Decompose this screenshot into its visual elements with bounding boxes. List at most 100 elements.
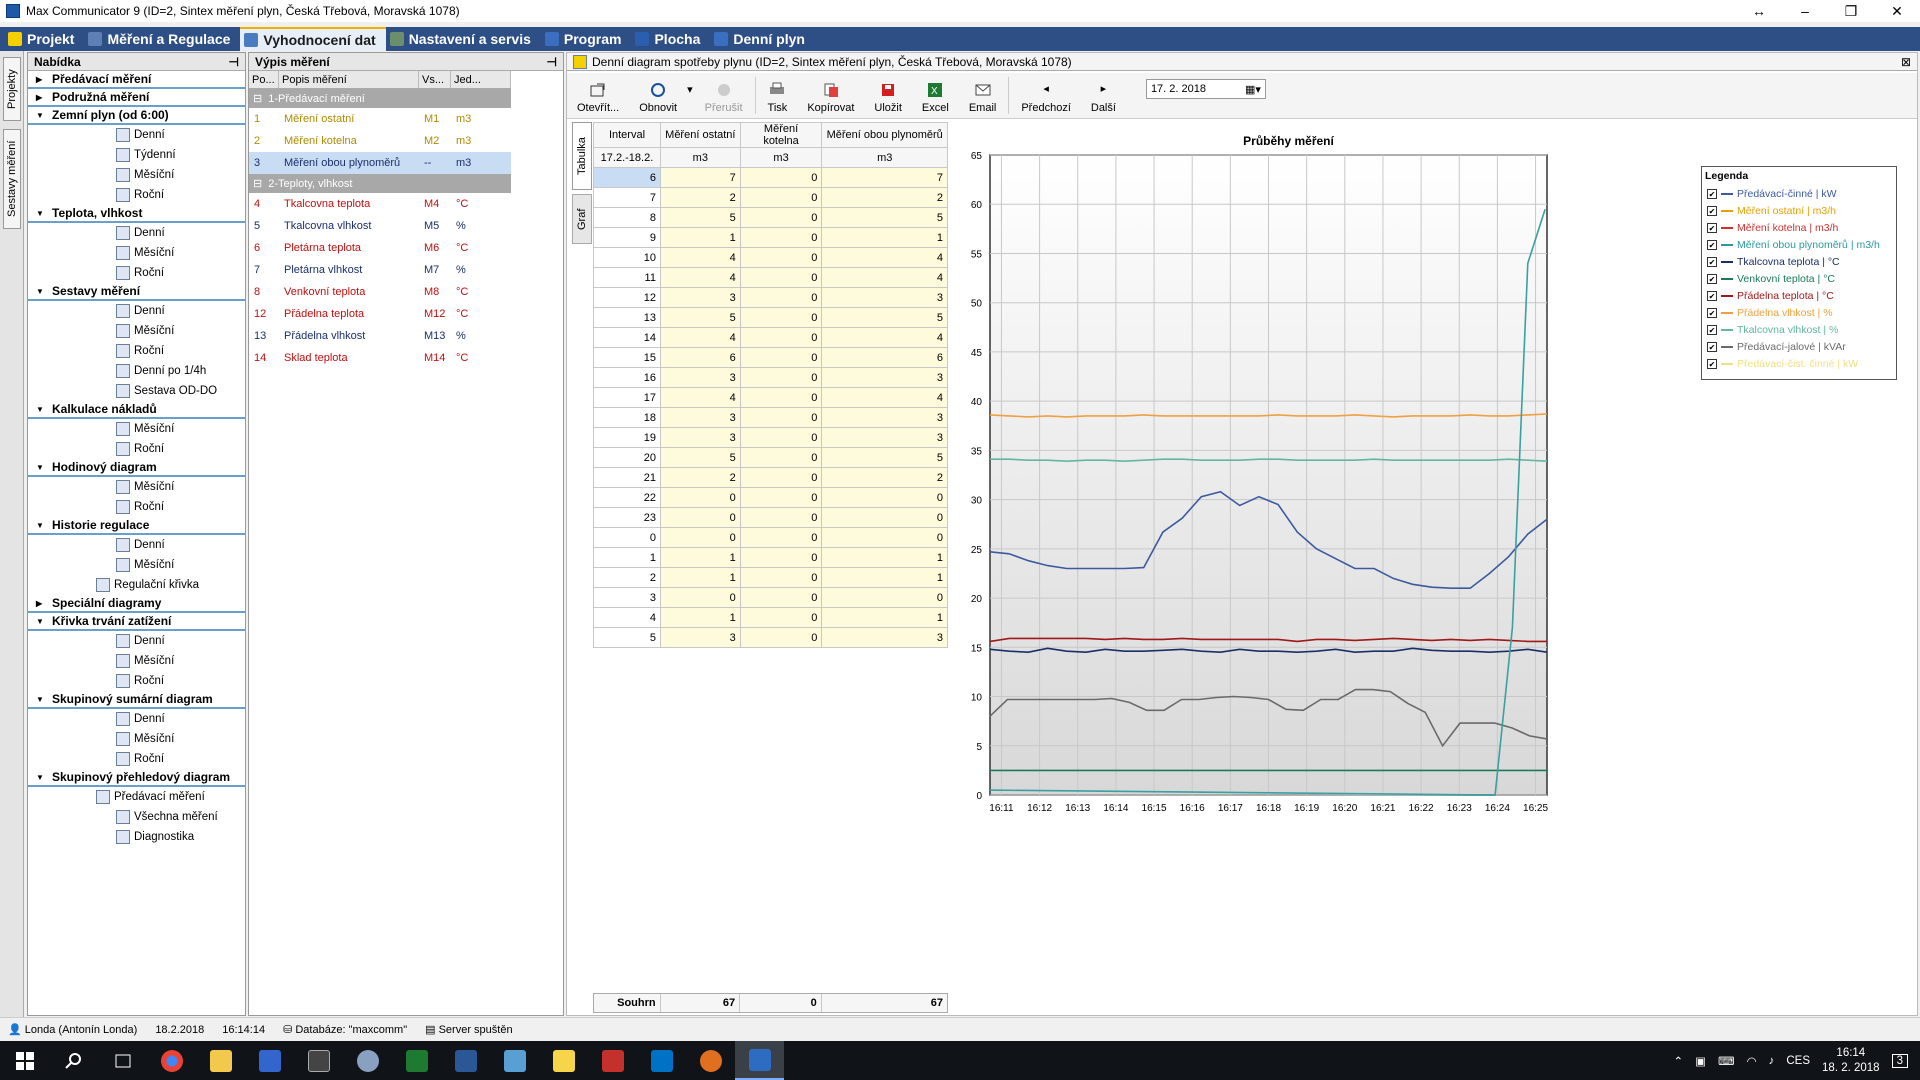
tree-group[interactable]: ▼ Hodinový diagram bbox=[28, 459, 245, 477]
minimize-button[interactable]: – bbox=[1782, 3, 1828, 19]
email-button[interactable]: Email bbox=[959, 73, 1007, 118]
measurement-group[interactable]: ⊟ 2-Teploty, vlhkost bbox=[249, 174, 511, 193]
triangle-down-icon[interactable]: ▼ bbox=[36, 111, 44, 120]
table-row[interactable]: 17 4 0 4 bbox=[593, 387, 948, 408]
maxcommunicator-taskbar-icon[interactable] bbox=[735, 1041, 784, 1080]
table-cell[interactable]: 4 bbox=[821, 267, 948, 288]
tree-item[interactable]: Měsíční bbox=[28, 477, 245, 497]
excel-button[interactable]: X Excel bbox=[912, 73, 959, 118]
table-cell[interactable]: 0 bbox=[739, 227, 823, 248]
stop-button[interactable]: Přerušit bbox=[695, 73, 753, 118]
collapse-icon[interactable]: ⊟ bbox=[253, 177, 262, 190]
tree-group[interactable]: ▶ Podružná měření bbox=[28, 89, 245, 107]
table-cell[interactable]: 1 bbox=[821, 227, 948, 248]
table-cell[interactable]: 0 bbox=[739, 507, 823, 528]
table-cell[interactable]: 0 bbox=[821, 507, 948, 528]
move-icon[interactable]: ↔ bbox=[1736, 3, 1782, 19]
table-cell[interactable]: 3 bbox=[659, 367, 741, 388]
table-cell[interactable]: 3 bbox=[659, 407, 741, 428]
tree-item[interactable]: Denní bbox=[28, 301, 245, 321]
table-cell[interactable]: 3 bbox=[821, 367, 948, 388]
tree-item[interactable]: Roční bbox=[28, 263, 245, 283]
table-cell[interactable]: 3 bbox=[821, 287, 948, 308]
checkbox-icon[interactable]: ✔ bbox=[1707, 188, 1717, 199]
table-cell[interactable]: 12 bbox=[593, 287, 661, 308]
measurement-row[interactable]: 8 Venkovní teplota M8 °C bbox=[249, 281, 511, 303]
table-cell[interactable]: 1 bbox=[821, 567, 948, 588]
legend-item[interactable]: ✔ Přádelna teplota | °C bbox=[1702, 287, 1896, 304]
measurement-group[interactable]: ⊟ 1-Předávací měření bbox=[249, 89, 511, 108]
table-cell[interactable]: 8 bbox=[593, 207, 661, 228]
legend-item[interactable]: ✔ Venkovní teplota | °C bbox=[1702, 270, 1896, 287]
tree-item[interactable]: Denní bbox=[28, 709, 245, 729]
table-cell[interactable]: 0 bbox=[739, 267, 823, 288]
table-cell[interactable]: 0 bbox=[739, 387, 823, 408]
measurement-row[interactable]: 4 Tkalcovna teplota M4 °C bbox=[249, 193, 511, 215]
table-cell[interactable]: 5 bbox=[659, 447, 741, 468]
tree-item[interactable]: Denní po 1/4h bbox=[28, 361, 245, 381]
triangle-down-icon[interactable]: ▼ bbox=[36, 521, 44, 530]
refresh-dropdown[interactable]: ▾ bbox=[687, 73, 695, 118]
keyboard-icon[interactable]: ⌨ bbox=[1718, 1054, 1735, 1068]
tree-group[interactable]: ▶ Speciální diagramy bbox=[28, 595, 245, 613]
triangle-down-icon[interactable]: ▼ bbox=[36, 287, 44, 296]
checkbox-icon[interactable]: ✔ bbox=[1707, 205, 1717, 216]
table-cell[interactable]: 0 bbox=[821, 527, 948, 548]
close-document-icon[interactable]: ⊠ bbox=[1901, 55, 1911, 69]
tree-item[interactable]: Denní bbox=[28, 631, 245, 651]
table-cell[interactable]: 2 bbox=[821, 467, 948, 488]
triangle-down-icon[interactable]: ▼ bbox=[36, 209, 44, 218]
table-row[interactable]: 5303 bbox=[593, 627, 948, 648]
table-row[interactable]: 15 6 0 6 bbox=[593, 347, 948, 368]
triangle-down-icon[interactable]: ▼ bbox=[36, 773, 44, 782]
checkbox-icon[interactable]: ✔ bbox=[1707, 273, 1717, 284]
table-cell[interactable]: 1 bbox=[821, 607, 948, 628]
table-cell[interactable]: 21 bbox=[593, 467, 661, 488]
table-cell[interactable]: 0 bbox=[739, 567, 823, 588]
tree-group[interactable]: ▼ Zemní plyn (od 6:00) bbox=[28, 107, 245, 125]
table-cell[interactable]: 0 bbox=[739, 287, 823, 308]
col-header[interactable]: Jed... bbox=[451, 71, 511, 88]
tree-item[interactable]: Roční bbox=[28, 439, 245, 459]
save-app-taskbar-icon[interactable] bbox=[245, 1041, 294, 1080]
table-cell[interactable]: 0 bbox=[739, 527, 823, 548]
legend-item[interactable]: ✔ Předávací-činné | kW bbox=[1702, 185, 1896, 202]
measurement-row[interactable]: 12 Přádelna teplota M12 °C bbox=[249, 303, 511, 325]
measurement-row[interactable]: 14 Sklad teplota M14 °C bbox=[249, 347, 511, 369]
tab-4[interactable]: Program bbox=[541, 27, 632, 51]
measurement-row[interactable]: 7 Pletárna vlhkost M7% bbox=[249, 259, 511, 281]
table-cell[interactable]: 4 bbox=[659, 327, 741, 348]
legend-item[interactable]: ✔ Tkalcovna vlhkost | % bbox=[1702, 321, 1896, 338]
table-row[interactable]: 13 5 0 5 bbox=[593, 307, 948, 328]
measurement-row[interactable]: 3 Měření obou plynoměrů -- m3 bbox=[249, 152, 511, 174]
side-tab-projekty[interactable]: Projekty bbox=[3, 57, 21, 121]
table-cell[interactable]: 0 bbox=[739, 547, 823, 568]
next-button[interactable]: ▸ Další bbox=[1081, 73, 1126, 118]
tree-item[interactable]: Měsíční bbox=[28, 165, 245, 185]
tab-5[interactable]: Plocha bbox=[631, 27, 710, 51]
view-tab-table[interactable]: Tabulka bbox=[572, 122, 592, 190]
col-header[interactable]: Popis měření bbox=[279, 71, 419, 88]
table-row[interactable]: 20 5 0 5 bbox=[593, 447, 948, 468]
col-header[interactable]: Interval bbox=[593, 122, 661, 148]
print-button[interactable]: Tisk bbox=[758, 73, 798, 118]
table-cell[interactable]: 0 bbox=[739, 447, 823, 468]
table-cell[interactable]: 0 bbox=[659, 507, 741, 528]
table-cell[interactable]: 0 bbox=[659, 587, 741, 608]
table-row[interactable]: 16 3 0 3 bbox=[593, 367, 948, 388]
tab-1[interactable]: Měření a Regulace bbox=[84, 27, 240, 51]
table-row[interactable]: 4101 bbox=[593, 607, 948, 628]
tree-group[interactable]: ▼ Křivka trvání zatížení bbox=[28, 613, 245, 631]
checkbox-icon[interactable]: ✔ bbox=[1707, 324, 1717, 335]
table-cell[interactable]: 4 bbox=[659, 267, 741, 288]
table-row[interactable]: 19 3 0 3 bbox=[593, 427, 948, 448]
table-cell[interactable]: 3 bbox=[821, 427, 948, 448]
checkbox-icon[interactable]: ✔ bbox=[1707, 341, 1717, 352]
view-tab-graph[interactable]: Graf bbox=[572, 194, 592, 244]
tree-group[interactable]: ▼ Kalkulace nákladů bbox=[28, 401, 245, 419]
task-view-button[interactable] bbox=[98, 1041, 147, 1080]
language-indicator[interactable]: CES bbox=[1786, 1055, 1810, 1067]
triangle-right-icon[interactable]: ▶ bbox=[36, 599, 44, 608]
chevron-up-icon[interactable]: ⌃ bbox=[1673, 1054, 1683, 1068]
table-cell[interactable]: 0 bbox=[659, 527, 741, 548]
